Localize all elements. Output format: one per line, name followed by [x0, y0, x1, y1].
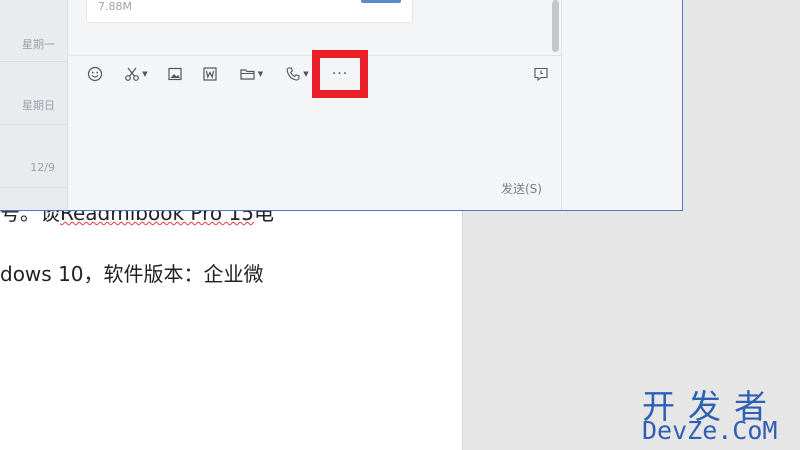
chat-main-area: 7.88M: [69, 0, 561, 210]
scrollbar[interactable]: [552, 0, 559, 52]
conversation-date: 12/9: [30, 161, 55, 174]
file-size: 7.88M: [98, 0, 132, 13]
send-button[interactable]: 发送(S): [501, 180, 542, 197]
conversation-date: 星期一: [22, 38, 55, 51]
image-icon[interactable]: [166, 64, 184, 84]
file-icon: [361, 0, 401, 3]
chevron-down-icon: ▼: [142, 70, 148, 78]
more-options-icon[interactable]: ···: [328, 66, 352, 82]
conversation-item[interactable]: 星期日: [0, 63, 68, 125]
scissors-icon[interactable]: ▼: [121, 64, 151, 84]
document-text-line: dows 10，软件版本：企业微: [0, 262, 264, 286]
file-message[interactable]: 7.88M: [86, 0, 413, 23]
side-panel: [561, 0, 682, 210]
conversation-item[interactable]: 12/9: [0, 126, 68, 188]
conversation-list: 星期一 星期日 12/9: [0, 0, 68, 210]
emoji-icon[interactable]: [86, 64, 104, 84]
chat-history-icon[interactable]: [531, 64, 551, 84]
conversation-item[interactable]: 星期一: [0, 0, 68, 62]
watermark-logo: 开发者 DevZe.CoM: [640, 380, 795, 445]
chevron-down-icon: ▼: [303, 70, 309, 78]
phone-icon[interactable]: ▼: [282, 64, 312, 84]
folder-icon[interactable]: ▼: [235, 64, 267, 84]
chevron-down-icon: ▼: [257, 70, 264, 78]
word-doc-icon[interactable]: [201, 64, 219, 84]
chat-window: 星期一 星期日 12/9 7.88M ▼ ▼ ▼ ··· 发送(S): [0, 0, 683, 211]
watermark-en: DevZe.CoM: [642, 416, 778, 445]
conversation-date: 星期日: [22, 99, 55, 112]
